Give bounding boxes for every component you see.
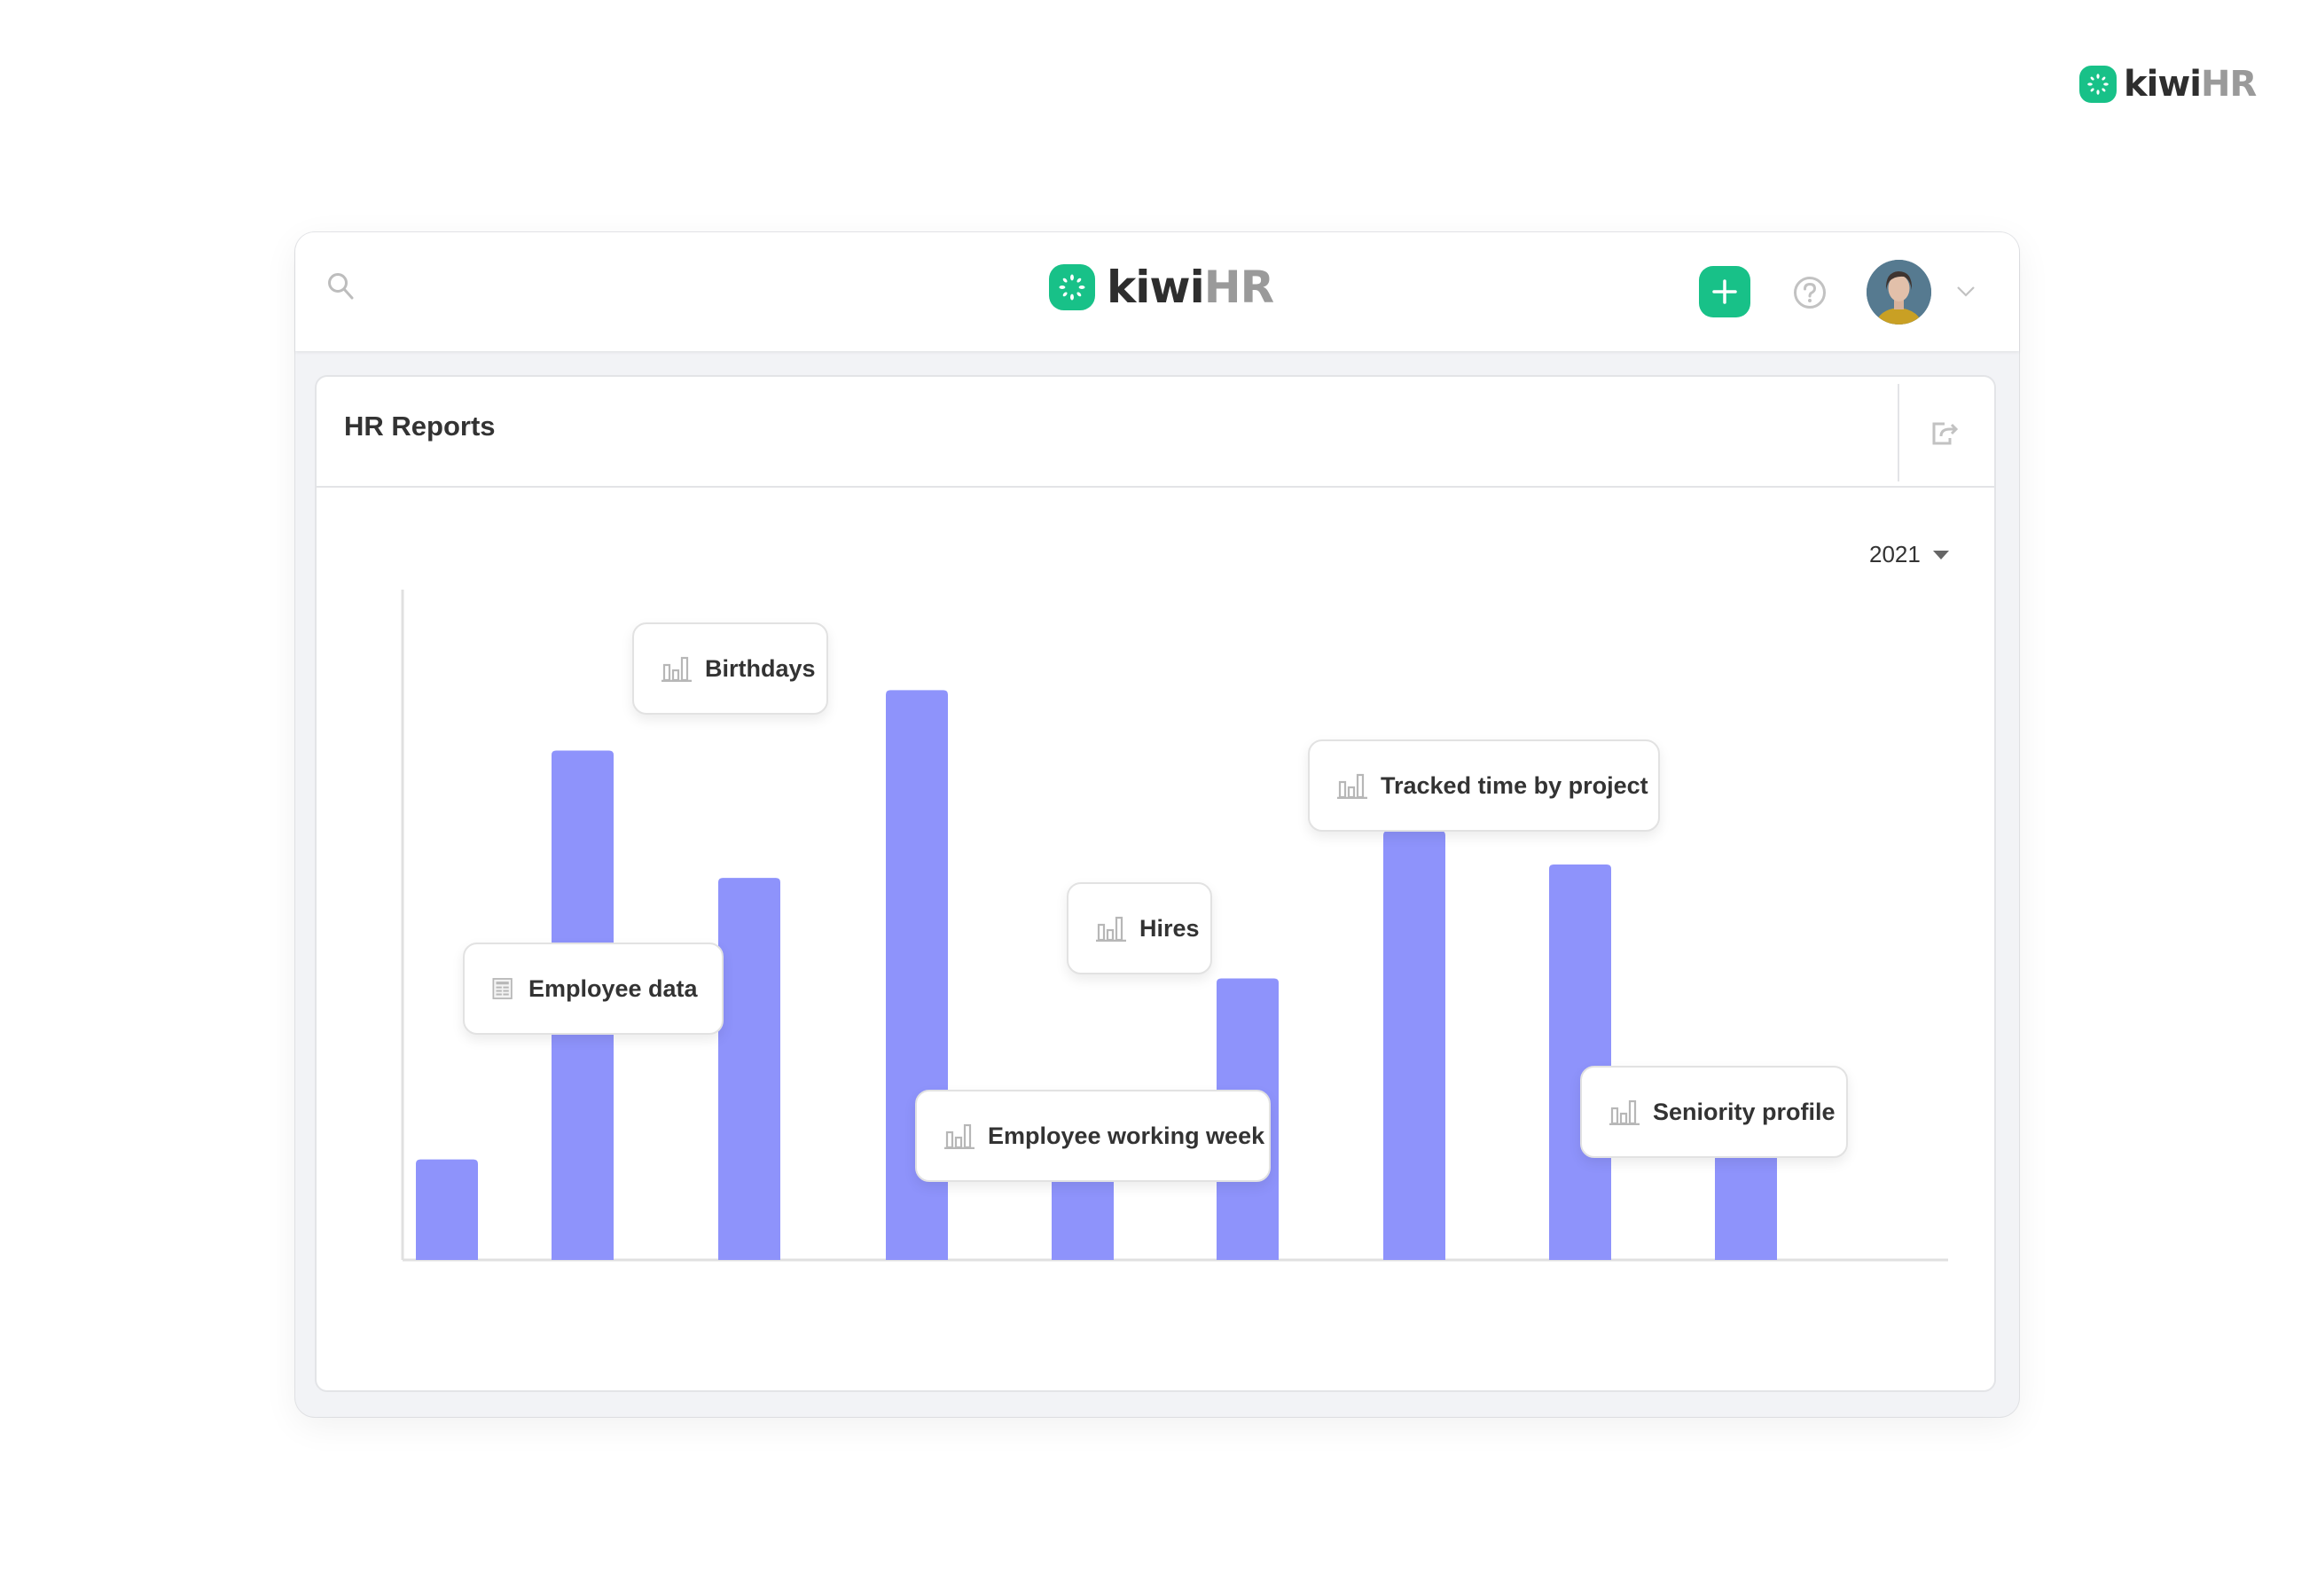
app-name-hr: HR xyxy=(1203,262,1274,313)
report-chip-hires[interactable]: Hires xyxy=(1067,882,1212,974)
app-window: kiwiHR HR Reports 2021 Birthdays Employe… xyxy=(295,232,2019,1417)
app-name-kiwi: kiwi xyxy=(1107,262,1205,313)
chip-label: Hires xyxy=(1139,914,1200,942)
top-navigation-bar: kiwiHR xyxy=(295,232,2019,351)
report-chip-employee-data[interactable]: Employee data xyxy=(463,943,724,1035)
bar-chart-icon xyxy=(944,1123,975,1149)
bar-7 xyxy=(1383,831,1445,1260)
brand-name-kiwi: kiwi xyxy=(2124,64,2202,105)
report-chip-seniority-profile[interactable]: Seniority profile xyxy=(1580,1066,1848,1158)
kiwi-logo-icon xyxy=(1049,264,1095,310)
brand-name-hr: HR xyxy=(2200,64,2257,105)
bar-8 xyxy=(1549,864,1611,1260)
question-circle-icon[interactable] xyxy=(1793,276,1827,309)
chip-label: Employee working week xyxy=(988,1122,1265,1149)
chevron-down-icon[interactable] xyxy=(1956,286,1976,298)
bar-9 xyxy=(1715,1153,1777,1260)
app-wordmark: kiwiHR xyxy=(1107,265,1274,309)
chip-label: Tracked time by project xyxy=(1381,771,1648,799)
user-avatar[interactable] xyxy=(1867,260,1931,325)
table-icon xyxy=(492,978,513,999)
chip-label: Employee data xyxy=(528,974,698,1002)
bar-chart-icon xyxy=(1337,773,1367,799)
search-icon[interactable] xyxy=(326,271,355,300)
bar-chart-icon xyxy=(1609,1099,1640,1125)
report-chip-employee-working-week[interactable]: Employee working week xyxy=(915,1090,1271,1182)
hr-reports-card: HR Reports 2021 Birthdays Employee data … xyxy=(315,375,1996,1392)
report-chip-birthdays[interactable]: Birthdays xyxy=(632,622,828,715)
add-button[interactable] xyxy=(1699,266,1750,317)
app-logo[interactable]: kiwiHR xyxy=(1049,264,1274,310)
chip-label: Birthdays xyxy=(705,654,816,682)
bar-1 xyxy=(416,1159,478,1260)
brand-logo-corner: kiwiHR xyxy=(2079,64,2257,105)
bar-chart-icon xyxy=(661,656,692,682)
chip-label: Seniority profile xyxy=(1653,1098,1836,1125)
bar-chart-icon xyxy=(1096,916,1126,942)
bar-3 xyxy=(718,878,780,1260)
kiwi-logo-icon xyxy=(2079,66,2117,103)
plus-icon xyxy=(1712,279,1737,304)
report-chip-tracked-time-by-project[interactable]: Tracked time by project xyxy=(1308,739,1660,832)
brand-wordmark: kiwiHR xyxy=(2124,64,2257,105)
